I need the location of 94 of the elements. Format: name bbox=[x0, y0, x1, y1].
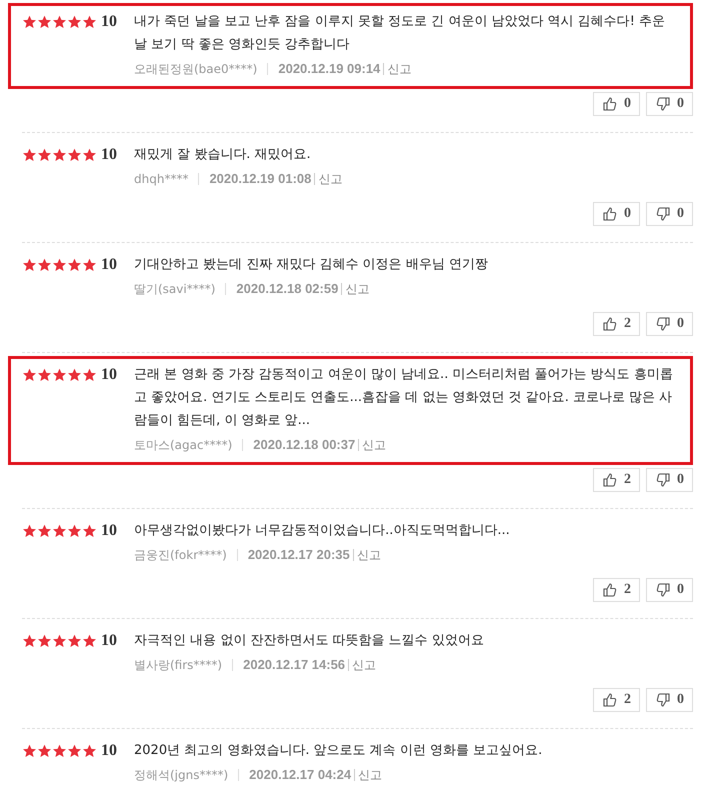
star-icon bbox=[82, 14, 97, 28]
rating-score: 10 bbox=[101, 12, 117, 30]
review-text: 2020년 최고의 영화였습니다. 앞으로도 계속 이런 영화를 보고싶어요. bbox=[134, 742, 544, 760]
star-icon bbox=[52, 368, 67, 382]
review-text: 기대안하고 봤는데 진짜 재밌다 김혜수 이정은 배우님 연기짱 bbox=[134, 256, 489, 274]
star-icon bbox=[22, 14, 37, 28]
star-icon bbox=[37, 14, 52, 28]
thumbs-down-icon bbox=[655, 582, 671, 598]
like-button[interactable]: 2 bbox=[593, 578, 640, 602]
star-icon bbox=[67, 368, 82, 382]
author-name: dhqh**** bbox=[134, 171, 188, 188]
review-text: 아무생각없이봤다가 너무감동적이었습니다..아직도먹먹합니다... bbox=[134, 522, 511, 540]
thumbs-up-icon bbox=[602, 692, 618, 708]
star-icon bbox=[37, 634, 52, 648]
author-name: 딸기(savi****) bbox=[134, 281, 216, 298]
star-icon bbox=[52, 634, 67, 648]
rating-score: 10 bbox=[101, 742, 117, 760]
star-icon bbox=[82, 368, 97, 382]
report-link[interactable]: 신고 bbox=[352, 549, 381, 561]
report-link[interactable]: 신고 bbox=[348, 659, 376, 671]
review-date: 2020.12.17 20:35 bbox=[236, 549, 353, 561]
thumbs-down-icon bbox=[655, 692, 671, 708]
star-icon bbox=[52, 148, 67, 162]
star-icon bbox=[22, 148, 37, 162]
rating-score: 10 bbox=[101, 632, 117, 650]
thumbs-up-icon bbox=[602, 96, 618, 112]
dislike-button[interactable]: 0 bbox=[646, 312, 693, 336]
review-text: 근래 본 영화 중 가장 감동적이고 여운이 많이 남네요.. 미스터리처럼 풀어가는 방식도 흥미롭고 좋았어요. 연기도 스토리도 연출도...흠잡을 데 없는 영화였던 것 같아요. 코로나로 많은 사람들이 힘든데, 이 영화로 앞... bbox=[134, 366, 674, 430]
rating-score: 10 bbox=[101, 522, 117, 540]
dislike-button[interactable]: 0 bbox=[646, 202, 693, 226]
author-name: 정해석(jgns****) bbox=[134, 767, 228, 784]
report-link[interactable]: 신고 bbox=[314, 173, 342, 185]
like-button[interactable]: 0 bbox=[593, 92, 640, 116]
star-icon bbox=[22, 744, 37, 758]
star-icon bbox=[82, 258, 97, 272]
star-icon bbox=[22, 258, 37, 272]
star-icon bbox=[52, 524, 67, 538]
star-icon bbox=[22, 368, 37, 382]
report-link[interactable]: 신고 bbox=[354, 769, 382, 781]
thumbs-up-icon bbox=[602, 206, 618, 222]
thumbs-down-icon bbox=[655, 316, 671, 332]
star-icon bbox=[37, 368, 52, 382]
rating-score: 10 bbox=[101, 146, 117, 164]
like-button[interactable]: 0 bbox=[593, 202, 640, 226]
star-icon bbox=[67, 524, 82, 538]
thumbs-down-icon bbox=[655, 96, 671, 112]
review-date: 2020.12.18 00:37 bbox=[242, 439, 358, 451]
thumbs-down-icon bbox=[655, 206, 671, 222]
star-icon bbox=[67, 148, 82, 162]
like-button[interactable]: 2 bbox=[593, 468, 640, 492]
thumbs-up-icon bbox=[602, 316, 618, 332]
thumbs-up-icon bbox=[602, 582, 618, 598]
author-name: 별사랑(firs****) bbox=[134, 657, 222, 674]
author-name: 토마스(agac****) bbox=[134, 437, 232, 454]
star-icon bbox=[82, 634, 97, 648]
dislike-button[interactable]: 0 bbox=[646, 468, 693, 492]
dislike-button[interactable]: 0 bbox=[646, 688, 693, 712]
star-icon bbox=[67, 258, 82, 272]
report-link[interactable]: 신고 bbox=[383, 63, 412, 75]
dislike-button[interactable]: 0 bbox=[646, 578, 693, 602]
review-text: 재밌게 잘 봤습니다. 재밌어요. bbox=[134, 146, 312, 164]
rating-score: 10 bbox=[101, 256, 117, 274]
star-icon bbox=[67, 744, 82, 758]
star-icon bbox=[67, 14, 82, 28]
like-button[interactable]: 2 bbox=[593, 312, 640, 336]
review-text: 자극적인 내용 없이 잔잔하면서도 따뜻함을 느낄수 있었어요 bbox=[134, 632, 485, 650]
star-icon bbox=[37, 258, 52, 272]
star-icon bbox=[52, 14, 67, 28]
rating-score: 10 bbox=[101, 366, 117, 384]
star-icon bbox=[67, 634, 82, 648]
report-link[interactable]: 신고 bbox=[358, 439, 386, 451]
star-icon bbox=[37, 148, 52, 162]
author-name: 금웅진(fokr****) bbox=[134, 547, 227, 564]
review-date: 2020.12.17 14:56 bbox=[232, 659, 348, 671]
like-button[interactable]: 2 bbox=[593, 688, 640, 712]
report-link[interactable]: 신고 bbox=[341, 283, 370, 295]
thumbs-down-icon bbox=[655, 472, 671, 488]
star-icon bbox=[82, 524, 97, 538]
star-icon bbox=[82, 148, 97, 162]
author-name: 오래된정원(bae0****) bbox=[134, 61, 258, 78]
review-date: 2020.12.17 04:24 bbox=[238, 769, 354, 781]
star-icon bbox=[22, 524, 37, 538]
star-icon bbox=[22, 634, 37, 648]
star-icon bbox=[52, 258, 67, 272]
star-icon bbox=[37, 744, 52, 758]
star-icon bbox=[37, 524, 52, 538]
dislike-button[interactable]: 0 bbox=[646, 92, 693, 116]
star-icon bbox=[52, 744, 67, 758]
review-date: 2020.12.19 09:14 bbox=[267, 63, 384, 75]
review-text: 내가 죽던 날을 보고 난후 잠을 이루지 못할 정도로 긴 여운이 남았었다 역시 김혜수다! 추운 날 보기 딱 좋은 영화인듯 강추합니다 bbox=[134, 13, 666, 54]
star-icon bbox=[82, 744, 97, 758]
review-date: 2020.12.18 02:59 bbox=[225, 283, 342, 295]
thumbs-up-icon bbox=[602, 472, 618, 488]
review-date: 2020.12.19 01:08 bbox=[198, 173, 314, 185]
